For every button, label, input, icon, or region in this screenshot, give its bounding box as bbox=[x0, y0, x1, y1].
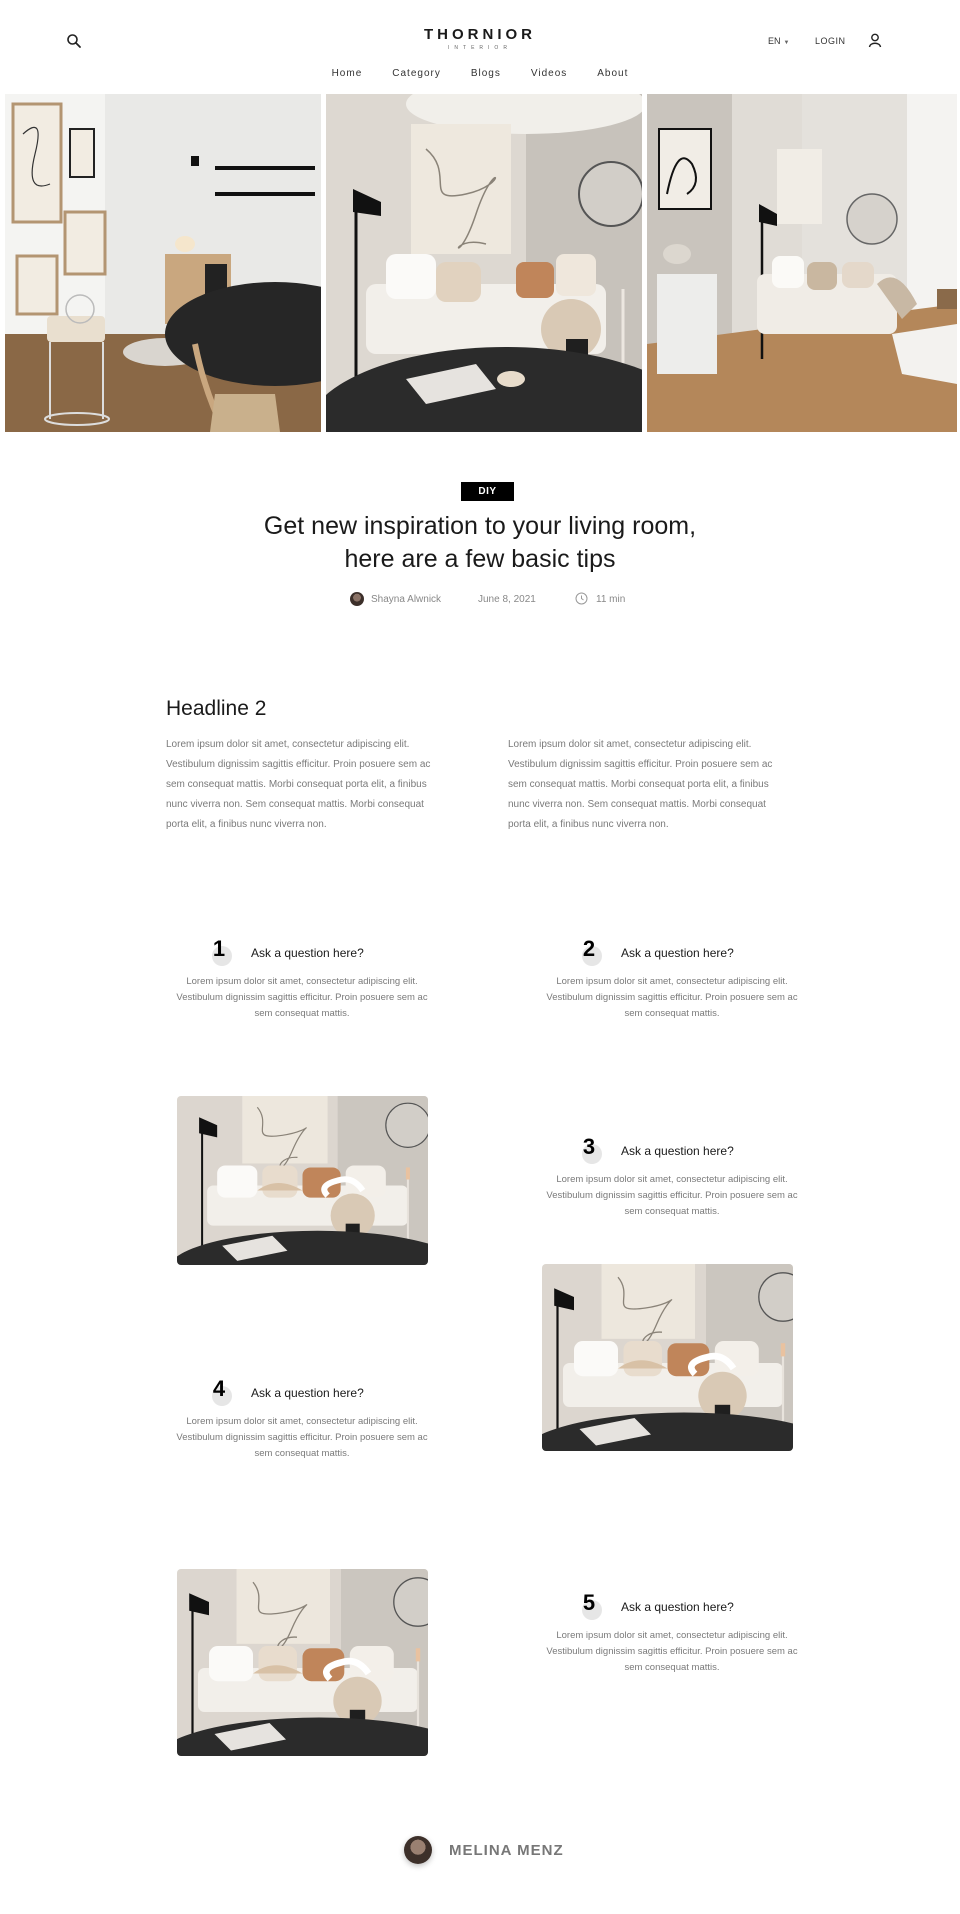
nav-videos[interactable]: Videos bbox=[531, 68, 567, 79]
question-text: Lorem ipsum dolor sit amet, consectetur … bbox=[546, 1174, 798, 1217]
article-title: Get new inspiration to your living room,… bbox=[180, 510, 780, 576]
question-number: 2 bbox=[582, 936, 596, 961]
language-label: EN bbox=[768, 36, 781, 46]
question-number: 4 bbox=[212, 1376, 226, 1401]
author-avatar bbox=[350, 592, 364, 606]
question-block-3: 3 Ask a question here? Lorem ipsum dolor… bbox=[542, 1134, 802, 1220]
question-text: Lorem ipsum dolor sit amet, consectetur … bbox=[176, 976, 428, 1019]
user-icon[interactable] bbox=[867, 32, 883, 48]
nav-blogs[interactable]: Blogs bbox=[471, 68, 501, 79]
section-paragraph-right: Lorem ipsum dolor sit amet, consectetur … bbox=[508, 739, 773, 830]
room-photo-1[interactable] bbox=[177, 1096, 428, 1265]
question-block-2: 2 Ask a question here? Lorem ipsum dolor… bbox=[542, 936, 802, 1022]
language-selector[interactable]: EN ▼ bbox=[768, 36, 789, 46]
author-name[interactable]: Shayna Alwnick bbox=[371, 594, 441, 605]
question-block-4: 4 Ask a question here? Lorem ipsum dolor… bbox=[172, 1376, 432, 1462]
room-photo-3[interactable] bbox=[177, 1569, 428, 1756]
nav-category[interactable]: Category bbox=[392, 68, 441, 79]
section-paragraph-left: Lorem ipsum dolor sit amet, consectetur … bbox=[166, 739, 431, 830]
footer-author-avatar[interactable] bbox=[404, 1836, 432, 1864]
question-text: Lorem ipsum dolor sit amet, consectetur … bbox=[546, 1630, 798, 1673]
login-link[interactable]: LOGIN bbox=[815, 36, 846, 46]
nav-about[interactable]: About bbox=[597, 68, 628, 79]
publish-date: June 8, 2021 bbox=[478, 594, 536, 605]
nav-home[interactable]: Home bbox=[332, 68, 363, 79]
read-time: 11 min bbox=[596, 594, 626, 605]
question-text: Lorem ipsum dolor sit amet, consectetur … bbox=[546, 976, 798, 1019]
question-title: Ask a question here? bbox=[251, 946, 364, 960]
question-title: Ask a question here? bbox=[621, 1600, 734, 1614]
question-block-5: 5 Ask a question here? Lorem ipsum dolor… bbox=[542, 1590, 802, 1676]
hero-image-dining-room[interactable] bbox=[5, 94, 321, 432]
clock-icon bbox=[575, 592, 588, 605]
question-text: Lorem ipsum dolor sit amet, consectetur … bbox=[176, 1416, 428, 1459]
footer-author-name[interactable]: MELINA MENZ bbox=[449, 1842, 564, 1859]
question-number: 1 bbox=[212, 936, 226, 961]
room-photo-2[interactable] bbox=[542, 1264, 793, 1451]
question-block-1: 1 Ask a question here? Lorem ipsum dolor… bbox=[172, 936, 432, 1022]
question-title: Ask a question here? bbox=[251, 1386, 364, 1400]
question-title: Ask a question here? bbox=[621, 946, 734, 960]
article-title-line-2: here are a few basic tips bbox=[344, 545, 616, 573]
question-number: 5 bbox=[582, 1590, 596, 1615]
question-number: 3 bbox=[582, 1134, 596, 1159]
chevron-down-icon: ▼ bbox=[783, 40, 790, 46]
hero-image-living-room[interactable] bbox=[326, 94, 642, 432]
site-header: THORNIOR INTERIOR EN ▼ LOGIN Home Categor… bbox=[0, 0, 960, 92]
category-tag[interactable]: DIY bbox=[461, 482, 514, 501]
main-nav: Home Category Blogs Videos About bbox=[0, 68, 960, 79]
hero-image-lounge[interactable] bbox=[647, 94, 957, 432]
section-headline: Headline 2 bbox=[166, 697, 267, 720]
hero-gallery bbox=[5, 94, 957, 432]
article-title-line-1: Get new inspiration to your living room, bbox=[263, 512, 697, 540]
question-title: Ask a question here? bbox=[621, 1144, 734, 1158]
